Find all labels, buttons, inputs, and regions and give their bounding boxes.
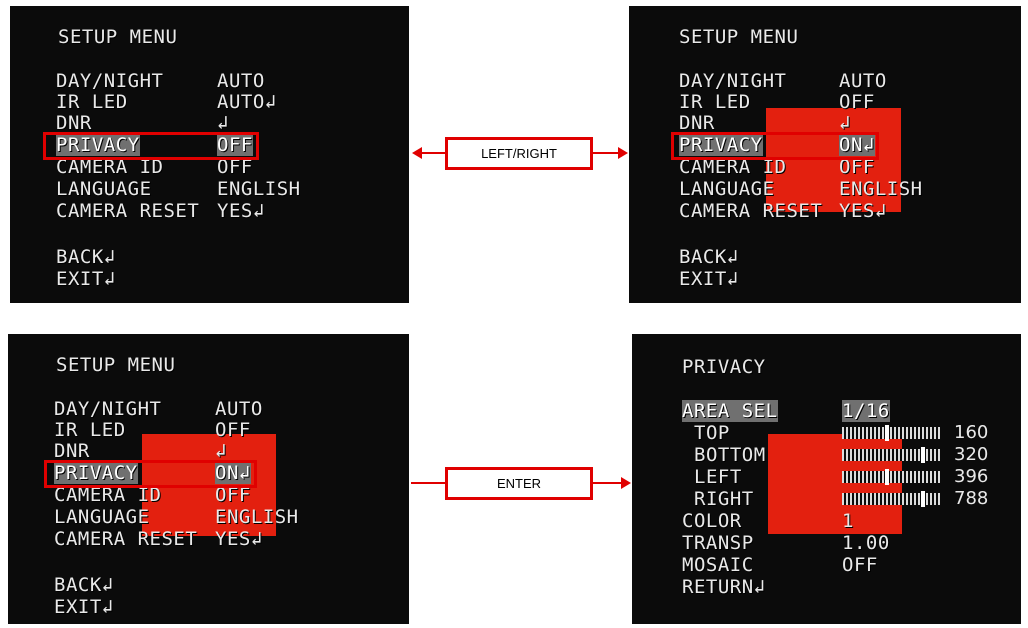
menu-item-camera-reset: CAMERA RESET — [54, 528, 198, 550]
menu-item-back: BACK↲ — [56, 246, 116, 268]
menu-item-ir-led: IR LED — [54, 419, 126, 441]
value-day-night: AUTO — [215, 398, 263, 420]
menu-item-exit: EXIT↲ — [56, 268, 116, 290]
value-language: ENGLISH — [217, 178, 301, 200]
osd-screen-setup-privacy-on: SETUP MENU DAY/NIGHT IR LED DNR PRIVACY … — [629, 6, 1021, 303]
menu-title: SETUP MENU — [58, 26, 178, 48]
value-bottom: 320 — [954, 444, 989, 465]
value-camera-reset: YES↲ — [215, 528, 263, 550]
value-ir-led: AUTO↲ — [217, 91, 277, 113]
menu-item-right: RIGHT — [694, 488, 754, 510]
menu-item-back: BACK↲ — [679, 246, 739, 268]
connector-line — [420, 152, 447, 154]
menu-item-camera-reset: CAMERA RESET — [56, 200, 200, 222]
menu-item-ir-led: IR LED — [679, 91, 751, 113]
menu-item-area-sel: AREA SEL — [682, 400, 778, 422]
menu-item-top: TOP — [694, 422, 730, 444]
slider-right — [842, 491, 942, 507]
slider-top — [842, 425, 942, 441]
menu-item-day-night: DAY/NIGHT — [54, 398, 162, 420]
value-dnr: ↲ — [839, 112, 851, 134]
left-right-label: LEFT/RIGHT — [445, 137, 593, 170]
value-top: 160 — [954, 422, 989, 443]
slider-knob — [885, 469, 889, 485]
arrow-right-icon — [618, 147, 628, 159]
menu-item-dnr: DNR — [56, 112, 92, 134]
menu-item-language: LANGUAGE — [54, 506, 150, 528]
value-left: 396 — [954, 466, 989, 487]
value-language: ENGLISH — [215, 506, 299, 528]
menu-item-day-night: DAY/NIGHT — [56, 70, 164, 92]
menu-title: SETUP MENU — [679, 26, 799, 48]
slider-knob — [921, 491, 925, 507]
connector-line — [593, 482, 621, 484]
enter-label: ENTER — [445, 467, 593, 500]
menu-item-dnr: DNR — [54, 440, 90, 462]
menu-item-exit: EXIT↲ — [679, 268, 739, 290]
osd-screen-setup-privacy-on-select: SETUP MENU DAY/NIGHT IR LED DNR PRIVACY … — [8, 334, 409, 624]
value-ir-led: OFF — [215, 419, 251, 441]
value-day-night: AUTO — [839, 70, 887, 92]
left-right-text: LEFT/RIGHT — [481, 146, 557, 161]
slider-bottom — [842, 447, 942, 463]
enter-text: ENTER — [496, 476, 542, 491]
value-dnr: ↲ — [217, 112, 229, 134]
menu-item-return: RETURN↲ — [682, 576, 766, 598]
slider-knob — [921, 447, 925, 463]
menu-item-color: COLOR — [682, 510, 742, 532]
osd-screen-setup-privacy-off: SETUP MENU DAY/NIGHT IR LED DNR PRIVACY … — [10, 6, 409, 303]
osd-screen-privacy: PRIVACY AREA SEL 1/16 TOP BOTTOM LEFT RI… — [632, 334, 1021, 624]
selection-highlight-box — [43, 132, 259, 160]
value-transp: 1.00 — [842, 532, 890, 554]
value-dnr: ↲ — [215, 440, 227, 462]
menu-item-left: LEFT — [694, 466, 742, 488]
menu-item-exit: EXIT↲ — [54, 596, 114, 618]
menu-item-language: LANGUAGE — [679, 178, 775, 200]
value-day-night: AUTO — [217, 70, 265, 92]
menu-item-camera-reset: CAMERA RESET — [679, 200, 823, 222]
menu-item-ir-led: IR LED — [56, 91, 128, 113]
value-right: 788 — [954, 488, 989, 509]
slider-left — [842, 469, 942, 485]
arrow-right-icon — [621, 477, 631, 489]
selection-highlight-box — [671, 132, 879, 160]
menu-item-back: BACK↲ — [54, 574, 114, 596]
value-mosaic: OFF — [842, 554, 878, 576]
value-area-sel: 1/16 — [842, 400, 890, 422]
menu-item-bottom: BOTTOM — [694, 444, 766, 466]
slider-knob — [885, 425, 889, 441]
selection-highlight-box — [44, 460, 257, 488]
menu-item-day-night: DAY/NIGHT — [679, 70, 787, 92]
menu-item-language: LANGUAGE — [56, 178, 152, 200]
value-language: ENGLISH — [839, 178, 923, 200]
menu-item-transp: TRANSP — [682, 532, 754, 554]
connector-line — [411, 482, 447, 484]
value-ir-led: OFF — [839, 91, 875, 113]
menu-title: SETUP MENU — [56, 354, 176, 376]
value-camera-reset: YES↲ — [217, 200, 265, 222]
menu-title: PRIVACY — [682, 356, 766, 378]
connector-line — [593, 152, 619, 154]
value-camera-reset: YES↲ — [839, 200, 887, 222]
menu-item-mosaic: MOSAIC — [682, 554, 754, 576]
value-color: 1 — [842, 510, 854, 532]
menu-item-dnr: DNR — [679, 112, 715, 134]
